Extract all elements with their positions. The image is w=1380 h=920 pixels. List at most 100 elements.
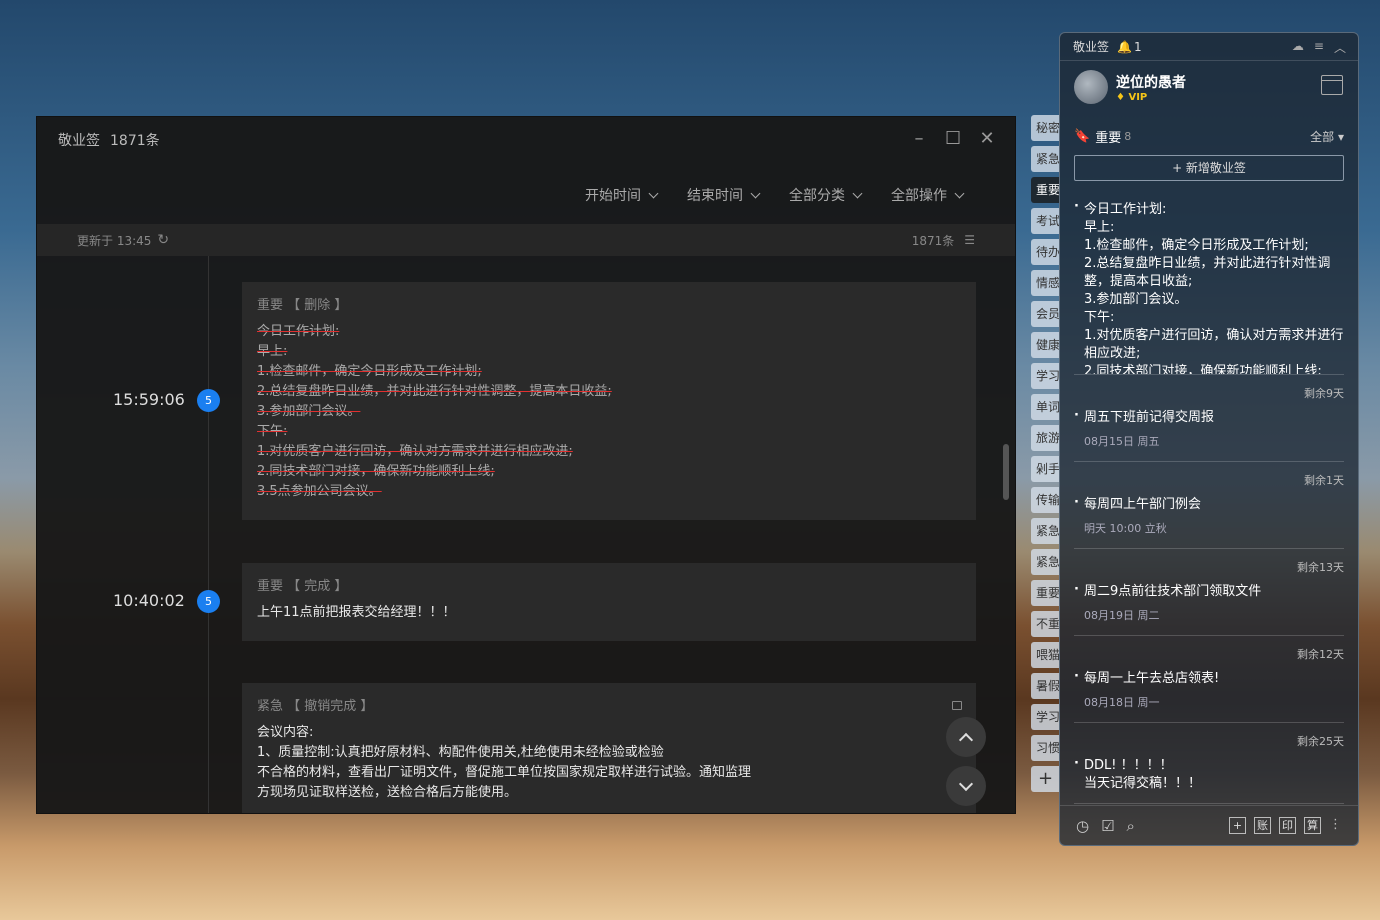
maximize-icon[interactable]: ☐ xyxy=(945,129,961,149)
note-meta: 08月19日 周二 xyxy=(1084,609,1160,622)
bell-icon[interactable]: 🔔 xyxy=(1117,40,1132,54)
section-header: 🔖 重要 8 全部 ▾ xyxy=(1060,123,1358,149)
side-tab[interactable]: 剁手 xyxy=(1031,456,1060,482)
side-tab[interactable]: 会员 xyxy=(1031,301,1060,327)
clock-icon[interactable]: ◷ xyxy=(1076,817,1089,835)
section-count: 8 xyxy=(1124,129,1132,143)
close-icon[interactable]: ✕ xyxy=(979,129,995,149)
card-line: 1.对优质客户进行回访，确认对方需求并进行相应改进; xyxy=(257,444,573,459)
chevron-down-icon xyxy=(954,188,965,199)
side-tab[interactable]: 健康 xyxy=(1031,332,1060,358)
status-bar: 更新于 13:45 ↻ 1871条 ☰ xyxy=(37,224,1015,256)
filter-start-time[interactable]: 开始时间 xyxy=(585,185,659,205)
history-card[interactable]: 紧急 【 撤销完成 】 会议内容: 1、质量控制:认真把好原材料、构配件使用关,… xyxy=(242,683,976,813)
titlebar: 敬业签 1871条 xyxy=(37,117,1015,163)
side-tab[interactable]: 不重 xyxy=(1031,611,1060,637)
filter-operation[interactable]: 全部操作 xyxy=(891,185,965,205)
side-tab[interactable]: 紧急 xyxy=(1031,146,1060,172)
note-item[interactable]: 剩余25天 DDL! ！！！！ 当天记得交稿！！！ xyxy=(1074,735,1344,804)
user-profile[interactable]: 逆位的愚者 ♦ VIP xyxy=(1060,61,1358,113)
card-body: 上午11点前把报表交给经理！！！ xyxy=(257,605,456,620)
side-tab[interactable]: 情感 xyxy=(1031,270,1060,296)
card-action: 【 完成 】 xyxy=(287,579,348,594)
entry-time: 10:40:02 xyxy=(113,591,185,610)
minimize-icon[interactable]: – xyxy=(911,129,927,149)
total-count: 1871条 xyxy=(911,233,955,248)
entry-badge: 5 xyxy=(197,389,220,412)
calc-button[interactable]: 算 xyxy=(1304,817,1321,834)
note-meta: 08月18日 周一 xyxy=(1084,696,1160,709)
side-tab[interactable]: 传输 xyxy=(1031,487,1060,513)
side-tab[interactable]: 待办 xyxy=(1031,239,1060,265)
category-tabs: 秘密 紧急 重要 考试 待办 情感 会员 健康 学习 单词 旅游 剁手 传输 紧急 紧急 重要 不重 喂猫 暑假 学习… xyxy=(1031,115,1060,797)
side-tab[interactable]: 单词 xyxy=(1031,394,1060,420)
chevron-down-icon xyxy=(852,188,863,199)
panel-app-name: 敬业签 xyxy=(1073,40,1110,54)
ledger-button[interactable]: 账 xyxy=(1254,817,1271,834)
side-tab[interactable]: 重要 xyxy=(1031,580,1060,606)
history-card[interactable]: 重要 【 完成 】 上午11点前把报表交给经理！！！ xyxy=(242,563,976,641)
side-tab[interactable]: 喂猫 xyxy=(1031,642,1060,668)
collapse-icon[interactable]: ︿ xyxy=(1334,39,1346,56)
scroll-up-button[interactable] xyxy=(946,717,986,757)
card-line: 早上: xyxy=(257,344,288,359)
timeline: 15:59:06 5 重要 【 删除 】 今日工作计划: 早上: 1.检查邮件，… xyxy=(37,256,1015,813)
side-tab[interactable]: 学习 xyxy=(1031,363,1060,389)
remaining-days: 剩余12天 xyxy=(1297,648,1344,661)
note-text: 每周一上午去总店领表! xyxy=(1084,671,1220,686)
card-line: 3.参加部门会议。 xyxy=(257,404,361,419)
add-note-button[interactable]: + 新增敬业签 xyxy=(1074,155,1344,181)
more-icon[interactable]: ⋮ xyxy=(1329,817,1342,834)
note-item[interactable]: 剩余13天周二9点前往技术部门领取文件 08月19日 周二 xyxy=(1074,561,1344,636)
diamond-icon: ♦ xyxy=(1116,91,1125,103)
history-card[interactable]: 重要 【 删除 】 今日工作计划: 早上: 1.检查邮件，确定今日形成及工作计划… xyxy=(242,282,976,520)
note-item[interactable]: 剩余1天每周四上午部门例会明天 10:00 立秋 xyxy=(1074,474,1344,549)
lock-icon xyxy=(952,701,962,710)
side-tab[interactable]: 学习 xyxy=(1031,704,1060,730)
filter-end-time[interactable]: 结束时间 xyxy=(687,185,761,205)
user-name: 逆位的愚者 xyxy=(1116,74,1186,91)
refresh-icon[interactable]: ↻ xyxy=(157,232,169,248)
sort-icon[interactable]: ☰ xyxy=(964,233,975,247)
note-item[interactable]: 今日工作计划: 早上: 1.检查邮件，确定今日形成及工作计划; 2.总结复盘昨日… xyxy=(1074,191,1344,375)
add-category-icon[interactable]: + xyxy=(1031,766,1060,792)
scrollbar[interactable] xyxy=(1003,444,1009,500)
card-category: 紧急 xyxy=(257,699,284,714)
filter-all-dropdown[interactable]: 全部 ▾ xyxy=(1310,128,1344,145)
panel-toolbar: ◷ ☑ ⌕ + 账 印 算 ⋮ xyxy=(1060,805,1358,845)
remaining-days: 剩余9天 xyxy=(1304,387,1344,400)
card-action: 【 删除 】 xyxy=(287,298,348,313)
chevron-down-icon xyxy=(958,776,974,791)
note-item[interactable]: 剩余9天周五下班前记得交周报 08月15日 周五 xyxy=(1074,387,1344,462)
card-category: 重要 xyxy=(257,579,284,594)
search-icon[interactable]: ⌕ xyxy=(1127,817,1135,835)
card-body: 会议内容: 1、质量控制:认真把好原材料、构配件使用关,杜绝使用未经检验或检验 … xyxy=(257,725,752,800)
avatar[interactable] xyxy=(1074,70,1108,104)
scroll-down-button[interactable] xyxy=(946,766,986,806)
note-text: DDL! ！！！！ 当天记得交稿！！！ xyxy=(1084,758,1202,791)
side-tab[interactable]: 紧急 xyxy=(1031,549,1060,575)
side-tab[interactable]: 重要 xyxy=(1031,177,1060,203)
card-line: 今日工作计划: xyxy=(257,324,340,339)
calendar-icon[interactable] xyxy=(1321,75,1343,95)
side-tab[interactable]: 旅游 xyxy=(1031,425,1060,451)
filter-category[interactable]: 全部分类 xyxy=(789,185,863,205)
menu-icon[interactable]: ≡ xyxy=(1314,39,1324,56)
print-button[interactable]: 印 xyxy=(1279,817,1296,834)
entry-time: 15:59:06 xyxy=(113,390,185,409)
section-title: 重要 xyxy=(1095,130,1122,146)
add-icon[interactable]: + xyxy=(1229,817,1246,834)
side-tab[interactable]: 暑假 xyxy=(1031,673,1060,699)
side-tab[interactable]: 紧急 xyxy=(1031,518,1060,544)
note-text: 每周四上午部门例会 xyxy=(1084,497,1202,512)
remaining-days: 剩余13天 xyxy=(1297,561,1344,574)
cloud-icon[interactable]: ☁ xyxy=(1292,39,1304,56)
checkbox-icon[interactable]: ☑ xyxy=(1101,817,1114,835)
side-tab[interactable]: 考试 xyxy=(1031,208,1060,234)
note-item[interactable]: 剩余12天每周一上午去总店领表! 08月18日 周一 xyxy=(1074,648,1344,723)
vip-badge: VIP xyxy=(1128,91,1148,103)
history-window: 敬业签 1871条 – ☐ ✕ 开始时间 结束时间 全部分类 全部操作 更新于 … xyxy=(36,116,1016,814)
side-tab[interactable]: 习惯 xyxy=(1031,735,1060,761)
chevron-down-icon xyxy=(648,188,659,199)
side-tab[interactable]: 秘密 xyxy=(1031,115,1060,141)
